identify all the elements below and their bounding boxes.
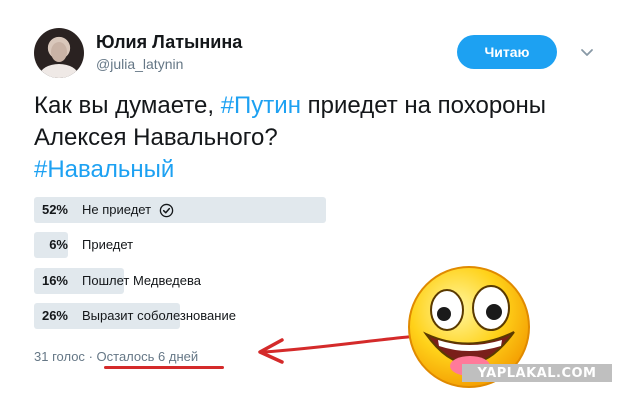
tweet-text-start: Как вы думаете, [34,92,221,119]
poll-percent: 26% [41,308,68,323]
poll-option-label: Выразит соболезнование [82,308,236,323]
poll-percent: 52% [41,202,68,217]
poll-option-label: Пошлет Медведева [82,273,201,288]
poll-option: 6% Приедет [34,232,434,258]
author-avatar[interactable] [34,28,84,78]
hashtag-navalny[interactable]: #Навальный [34,156,174,183]
author-handle[interactable]: @julia_latynin [96,56,183,72]
check-circle-icon [159,203,173,218]
red-underline-annotation [104,366,224,369]
tweet-text: Как вы думаете, #Путин приедет на похоро… [34,90,574,186]
poll-option: 52% Не приедет [34,197,434,223]
poll-votes: 31 голос [34,349,85,364]
poll-time-remaining: Осталось 6 дней [96,349,199,364]
poll-option: 26% Выразит соболезнование [34,303,434,329]
author-name[interactable]: Юлия Латынина [96,32,242,53]
poll-meta: 31 голос · Осталось 6 дней [34,349,198,364]
meta-separator: · [88,349,93,364]
poll-option-label: Не приедет [82,202,152,217]
chevron-down-icon[interactable] [579,44,595,60]
poll-bar [34,197,326,223]
poll-percent: 6% [49,237,68,252]
poll-option-label: Приедет [82,237,134,252]
poll-percent: 16% [41,273,68,288]
poll-option: 16% Пошлет Медведева [34,268,434,294]
hashtag-putin[interactable]: #Путин [221,92,301,119]
follow-button[interactable]: Читаю [457,35,557,69]
arrow-annotation-icon [258,334,420,364]
watermark-logo: YAPLAKAL.COM [462,364,612,382]
